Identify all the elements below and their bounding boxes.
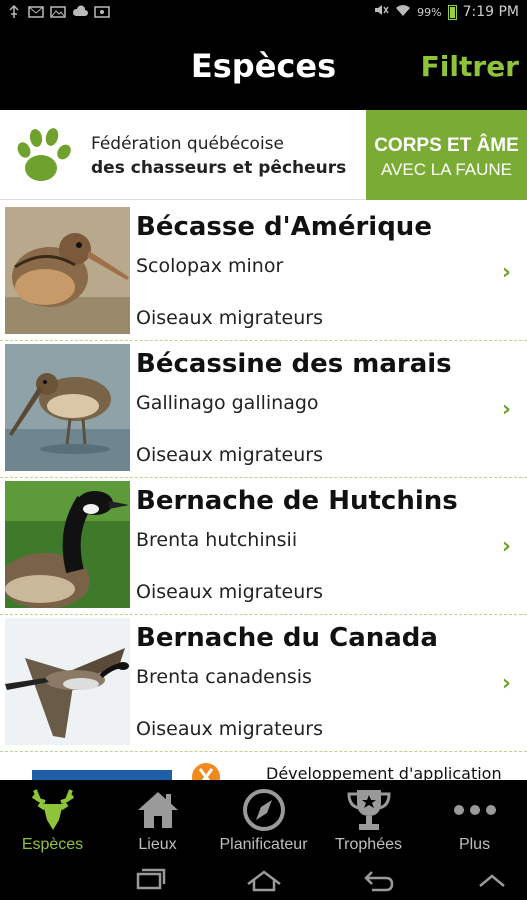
species-list: Bécasse d'Amérique Scolopax minor Oiseau… (0, 204, 527, 752)
mail-icon (28, 4, 44, 18)
species-category: Oiseaux migrateurs (136, 718, 323, 740)
species-scientific-name: Gallinago gallinago (136, 392, 319, 414)
filter-button[interactable]: Filtrer (421, 50, 519, 83)
slogan-line2: AVEC LA FAUNE (380, 160, 512, 179)
tab-label: Trophées (335, 836, 402, 853)
species-name: Bernache du Canada (136, 623, 438, 653)
mute-icon (373, 3, 389, 21)
compass-icon (240, 786, 288, 834)
species-row[interactable]: Bécassine des marais Gallinago gallinago… (0, 341, 527, 478)
chevron-right-icon: › (501, 534, 511, 559)
tab-planificateur[interactable]: Planificateur (211, 780, 316, 860)
tab-label: Espèces (21, 836, 84, 853)
species-row[interactable]: Bernache du Canada Brenta canadensis Ois… (0, 615, 527, 752)
tab-label: Plus (458, 836, 491, 853)
chevron-right-icon: › (501, 671, 511, 696)
chevron-right-icon: › (501, 260, 511, 285)
federation-name-line1: Fédération québécoise (91, 134, 284, 154)
trophy-icon (345, 786, 393, 834)
species-scientific-name: Brenta canadensis (136, 666, 312, 688)
tab-trophees[interactable]: Trophées (316, 780, 421, 860)
woodcock-photo (5, 207, 130, 334)
chevron-up-icon[interactable] (472, 866, 512, 894)
system-nav-bar (0, 860, 527, 900)
wifi-icon (395, 3, 411, 21)
gallery-icon (50, 4, 66, 18)
goose-photo (5, 481, 130, 608)
usb-icon (6, 4, 22, 18)
chevron-right-icon: › (501, 397, 511, 422)
battery-icon (447, 4, 457, 20)
species-row[interactable]: Bécasse d'Amérique Scolopax minor Oiseau… (0, 204, 527, 341)
recent-apps-icon[interactable] (130, 866, 170, 894)
bottom-tab-bar: Espèces Lieux Planificateur Trophées Plu… (0, 780, 527, 860)
species-row[interactable]: Bernache de Hutchins Brenta hutchinsii O… (0, 478, 527, 615)
species-name: Bernache de Hutchins (136, 486, 458, 516)
back-icon[interactable] (358, 866, 398, 894)
action-bar: Espèces Filtrer (0, 25, 527, 110)
species-category: Oiseaux migrateurs (136, 581, 323, 603)
species-scientific-name: Brenta hutchinsii (136, 529, 298, 551)
species-name: Bécassine des marais (136, 349, 452, 379)
ad-text: Développement d'application (266, 764, 502, 780)
more-dots-icon (451, 786, 499, 834)
cloud-icon (72, 4, 88, 18)
tab-plus[interactable]: Plus (422, 780, 527, 860)
species-category: Oiseaux migrateurs (136, 307, 323, 329)
flying-goose-photo (5, 618, 130, 745)
paw-logo-icon (14, 124, 76, 186)
status-bar: 99% 7:19 PM (0, 0, 527, 25)
deer-head-icon (29, 786, 77, 834)
battery-percent: 99% (417, 5, 442, 19)
snipe-photo (5, 344, 130, 471)
screenshot-icon (94, 4, 110, 18)
federation-name-line2: des chasseurs et pêcheurs (91, 158, 347, 178)
slogan-line1: CORPS ET ÂME (374, 135, 519, 156)
species-name: Bécasse d'Amérique (136, 212, 432, 242)
home-icon[interactable] (244, 866, 284, 894)
tab-lieux[interactable]: Lieux (105, 780, 210, 860)
sponsor-banner[interactable]: Fédération québécoise des chasseurs et p… (0, 110, 527, 200)
tab-especes[interactable]: Espèces (0, 780, 105, 860)
species-category: Oiseaux migrateurs (136, 444, 323, 466)
species-scientific-name: Scolopax minor (136, 255, 284, 277)
ad-banner[interactable]: Développement d'application (0, 753, 527, 780)
app-screen: 99% 7:19 PM Espèces Filtrer Fédération q… (0, 0, 527, 900)
system-indicators: 99% 7:19 PM (373, 3, 519, 21)
tab-label: Lieux (138, 836, 177, 853)
clock: 7:19 PM (462, 4, 519, 20)
house-icon (134, 786, 182, 834)
slogan-box: CORPS ET ÂME AVEC LA FAUNE (366, 110, 527, 200)
ad-logo-icon (32, 763, 220, 780)
notification-icons (6, 4, 110, 18)
tab-label: Planificateur (219, 836, 308, 853)
federation-name: Fédération québécoise des chasseurs et p… (91, 132, 346, 180)
